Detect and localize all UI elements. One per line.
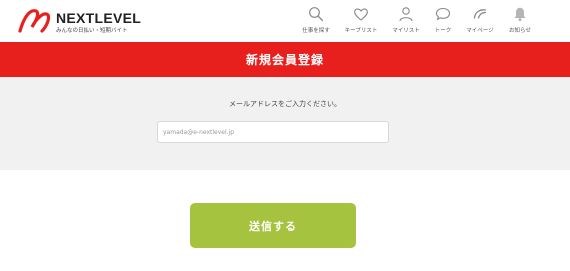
page-title: 新規会員登録 [245, 53, 324, 67]
nav-label-notifications: お知らせ [509, 28, 531, 34]
nextlevel-logo[interactable]: NEXTLEVEL みんなの日払い・短期バイト [16, 7, 141, 35]
chat-bubble-icon [435, 7, 451, 21]
page-title-banner: 新規会員登録 [0, 42, 570, 77]
gauge-icon [473, 9, 487, 19]
main-nav: 仕事を探す キープリスト マイリスト トーク マイページ お知らせ [290, 6, 565, 36]
email-instruction: メールアドレスをご入力ください。 [229, 100, 341, 108]
bell-icon [514, 7, 526, 22]
submit-button[interactable]: 送信する [190, 203, 356, 248]
heart-icon [354, 8, 368, 21]
logo-swoosh-icon [18, 9, 51, 33]
email-field[interactable] [157, 121, 389, 143]
site-header: NEXTLEVEL みんなの日払い・短期バイト 仕事を探す キープリスト マイリ… [0, 0, 570, 42]
person-icon [399, 7, 413, 22]
nav-item-notifications[interactable]: お知らせ [494, 6, 546, 36]
logo-tagline: みんなの日払い・短期バイト [56, 28, 128, 34]
registration-form: メールアドレスをご入力ください。 [0, 77, 570, 170]
logo-wordmark: NEXTLEVEL [56, 10, 142, 26]
search-icon [309, 7, 324, 22]
